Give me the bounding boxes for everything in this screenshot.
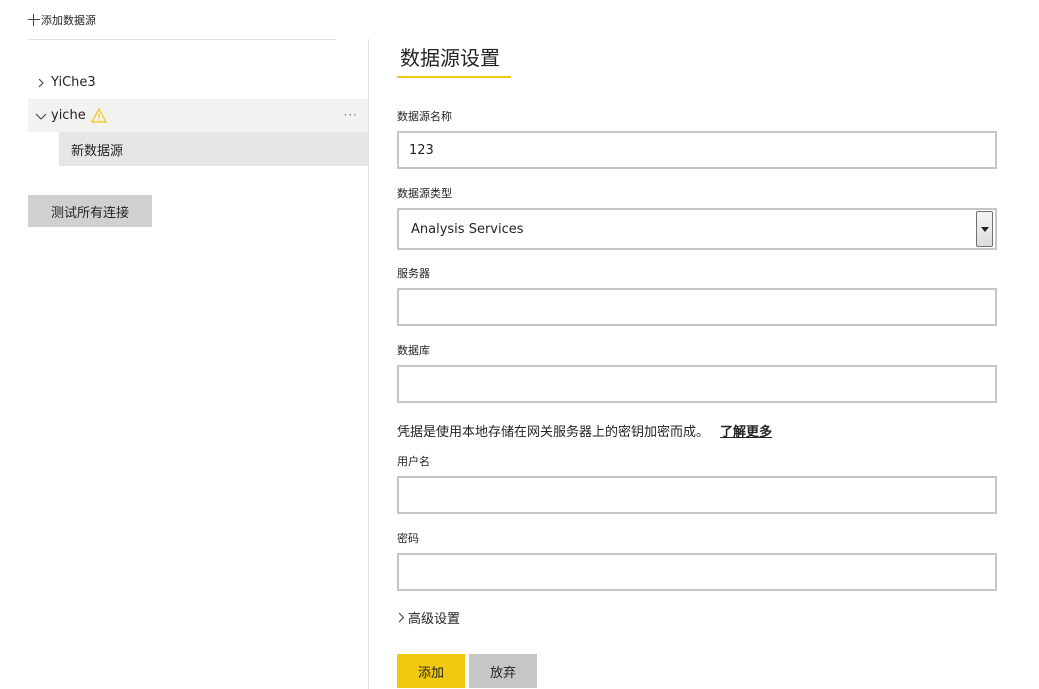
add-data-source-button[interactable]: 添加数据源: [28, 12, 96, 28]
server-label: 服务器: [397, 267, 430, 280]
username-input[interactable]: [397, 476, 997, 514]
gateway-label: YiChe3: [51, 75, 96, 90]
chevron-right-icon: [397, 612, 408, 623]
more-icon[interactable]: ···: [344, 108, 358, 122]
data-source-type-select[interactable]: Analysis Services: [397, 208, 997, 250]
advanced-settings-toggle[interactable]: 高级设置: [397, 608, 460, 627]
gateway-item-yiche3[interactable]: YiChe3: [28, 66, 368, 99]
dropdown-arrow-icon[interactable]: [976, 211, 993, 247]
data-source-label: 新数据源: [71, 143, 124, 159]
password-input[interactable]: [397, 553, 997, 591]
page-title: 数据源设置: [400, 46, 500, 70]
advanced-settings-label: 高级设置: [408, 612, 461, 627]
database-input[interactable]: [397, 365, 997, 403]
data-source-type-value: Analysis Services: [411, 221, 524, 237]
test-all-connections-button[interactable]: 测试所有连接: [28, 195, 152, 227]
credentials-note-text: 凭据是使用本地存储在网关服务器上的密钥加密而成。: [397, 425, 710, 440]
chevron-down-icon[interactable]: [32, 107, 50, 125]
add-data-source-label: 添加数据源: [41, 14, 96, 27]
add-button[interactable]: 添加: [397, 654, 465, 688]
username-label: 用户名: [397, 455, 430, 468]
data-source-item-new[interactable]: 新数据源: [59, 132, 368, 166]
credentials-note: 凭据是使用本地存储在网关服务器上的密钥加密而成。 了解更多: [397, 421, 772, 440]
gateway-settings-page: 添加数据源 YiChe3 yiche ··· 新数据源 测试所有连接 数据源设置…: [0, 0, 1039, 689]
gateway-label: yiche: [51, 108, 86, 123]
data-source-name-label: 数据源名称: [397, 110, 452, 123]
plus-icon: [28, 14, 40, 26]
chevron-right-icon[interactable]: [32, 74, 50, 92]
warning-icon: [90, 108, 107, 123]
learn-more-link[interactable]: 了解更多: [720, 425, 772, 440]
server-input[interactable]: [397, 288, 997, 326]
gateway-tree: YiChe3 yiche ··· 新数据源: [28, 66, 368, 166]
title-underline: [397, 76, 511, 78]
left-divider: [28, 39, 336, 40]
database-label: 数据库: [397, 344, 430, 357]
password-label: 密码: [397, 532, 419, 545]
gateway-item-yiche[interactable]: yiche ···: [28, 99, 368, 132]
data-source-type-label: 数据源类型: [397, 187, 452, 200]
data-source-name-input[interactable]: [397, 131, 997, 169]
discard-button[interactable]: 放弃: [469, 654, 537, 688]
panel-divider: [368, 39, 369, 689]
